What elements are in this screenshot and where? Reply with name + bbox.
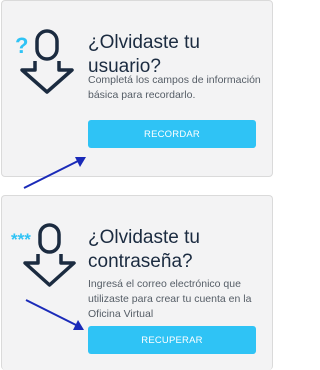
page-title: ¿Olvidaste tu usuario? <box>88 31 200 79</box>
title-line-2: contraseña? <box>88 251 193 272</box>
person-password-icon: *** <box>11 223 76 287</box>
svg-text:?: ? <box>15 33 28 58</box>
arrow-pointer-icon <box>25 299 84 330</box>
card-description: Ingresá el correo electrónico que utiliz… <box>88 278 252 320</box>
person-question-icon: ? <box>15 29 74 94</box>
arrow-pointer-icon <box>23 157 86 189</box>
recuperar-button[interactable]: RECUPERAR <box>88 326 256 354</box>
recordar-button[interactable]: RECORDAR <box>88 120 256 148</box>
title-line-1: ¿Olvidaste tu <box>88 32 200 53</box>
forgot-password-card: *** ¿Olvidaste tu contraseña? Ingresá el… <box>1 195 273 370</box>
svg-text:***: *** <box>11 230 31 249</box>
title-line-1: ¿Olvidaste tu <box>88 227 200 248</box>
page-title: ¿Olvidaste tu contraseña? <box>88 226 200 274</box>
card-description: Completá los campos de información básic… <box>88 74 261 101</box>
